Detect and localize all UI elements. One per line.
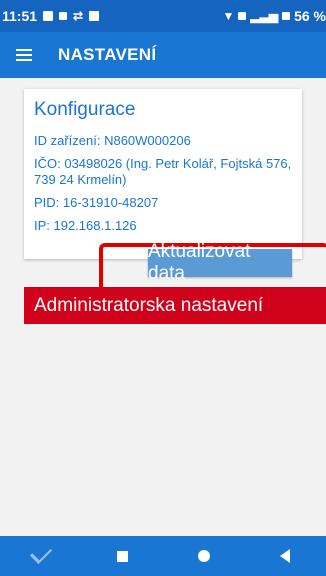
gallery-icon [43,11,54,21]
battery-level: 56 % [294,8,326,24]
card-title: Konfigurace [34,99,136,120]
hamburger-menu-icon [16,49,32,61]
recents-icon [116,550,128,562]
pid-text: PID: 16-31910-48207 [34,195,159,210]
device-id-text: ID zařízení: N860W000206 [34,133,191,148]
app-bar: NASTAVENÍ [0,32,326,78]
home-button[interactable] [184,536,224,576]
status-bar-left: 11:51 ⇄ [0,8,100,24]
battery-icon [282,12,291,20]
admin-settings-button[interactable]: Administratorska nastavení [24,287,326,324]
home-icon [197,550,210,562]
wifi-icon: ▼ [222,9,235,23]
ip-text: IP: 192.168.1.126 [34,218,137,233]
ico-text: IČO: 03498026 (Ing. Petr Kolář, Fojtská … [34,156,292,187]
update-data-button[interactable]: Aktualizovat data [148,241,292,284]
status-bar-right: ▼ ▂▃▅ 56 % [223,8,326,24]
menu-button[interactable] [4,32,44,78]
configuration-card: Konfigurace ID zařízení: N860W000206 IČO… [24,89,302,259]
lock-icon [59,12,68,20]
signal-icon [238,12,247,20]
sync-icon: ⇄ [73,9,84,23]
status-time: 11:51 [2,8,38,24]
back-icon [280,549,291,563]
signal-bars-icon: ▂▃▅ [250,9,279,23]
chevron-down-icon [29,541,52,565]
navigation-bar [0,536,326,576]
page-title: NASTAVENÍ [58,45,157,64]
settings-screen: 11:51 ⇄ ▼ ▂▃▅ 56 % NASTAVENÍ Konfigurace… [0,0,326,576]
recents-button[interactable] [102,536,142,576]
back-button[interactable] [265,536,305,576]
image-icon [89,11,100,21]
hide-keyboard-button[interactable] [21,536,61,576]
status-bar: 11:51 ⇄ ▼ ▂▃▅ 56 % [0,0,326,32]
